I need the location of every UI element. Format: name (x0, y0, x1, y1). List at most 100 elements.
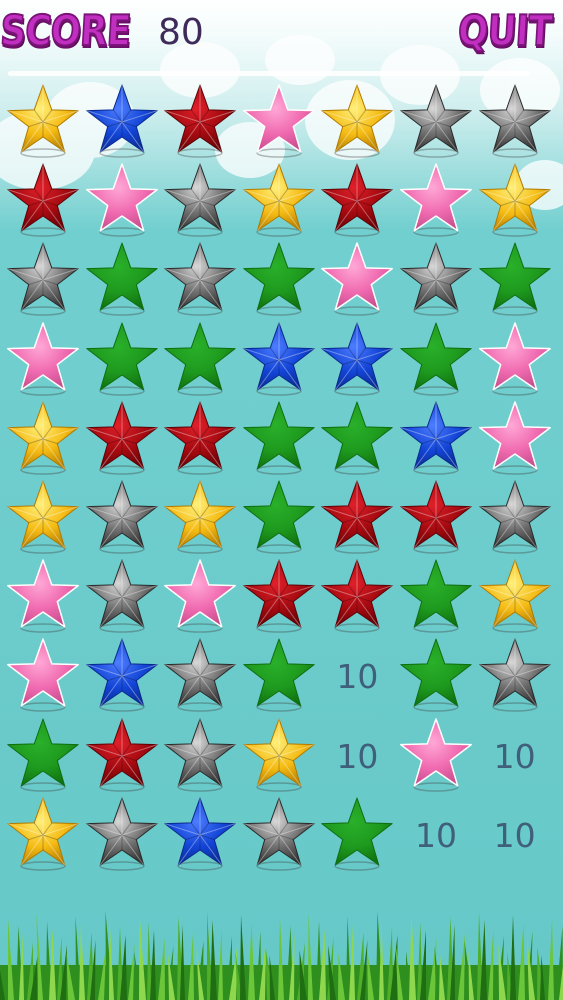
points-popup[interactable]: 10 (318, 637, 396, 716)
points-popup[interactable]: 10 (397, 796, 475, 875)
gray-star-tile[interactable] (476, 83, 554, 162)
red-star-tile[interactable] (397, 479, 475, 558)
gray-star-icon (85, 559, 158, 633)
yellow-star-icon (243, 163, 315, 237)
red-star-tile[interactable] (240, 558, 318, 637)
score-label: SCORE (0, 5, 133, 56)
pink-star-icon (7, 321, 79, 396)
blue-star-tile[interactable] (240, 321, 318, 400)
red-star-tile[interactable] (318, 558, 396, 637)
pink-star-tile[interactable] (161, 558, 239, 637)
pink-star-icon (7, 559, 79, 633)
blue-star-tile[interactable] (83, 637, 161, 716)
yellow-star-icon (7, 480, 79, 554)
points-value: 10 (336, 736, 379, 776)
gray-star-icon (478, 84, 551, 158)
points-popup[interactable]: 10 (476, 717, 554, 796)
green-star-tile[interactable] (476, 241, 554, 320)
gray-star-icon (85, 480, 158, 554)
green-star-tile[interactable] (161, 321, 239, 400)
pink-star-tile[interactable] (318, 241, 396, 320)
blue-star-tile[interactable] (83, 83, 161, 162)
pink-star-tile[interactable] (397, 717, 475, 796)
blue-star-tile[interactable] (318, 321, 396, 400)
green-star-tile[interactable] (4, 717, 82, 796)
green-star-tile[interactable] (318, 796, 396, 875)
gray-star-icon (85, 797, 158, 871)
pink-star-tile[interactable] (476, 400, 554, 479)
red-star-icon (321, 163, 394, 237)
gray-star-tile[interactable] (83, 479, 161, 558)
red-star-tile[interactable] (161, 83, 239, 162)
pink-star-tile[interactable] (240, 83, 318, 162)
gray-star-tile[interactable] (476, 637, 554, 716)
green-star-tile[interactable] (397, 558, 475, 637)
green-star-tile[interactable] (318, 400, 396, 479)
gray-star-tile[interactable] (4, 241, 82, 320)
yellow-star-icon (7, 797, 79, 871)
red-star-tile[interactable] (161, 400, 239, 479)
pink-star-tile[interactable] (4, 558, 82, 637)
red-star-tile[interactable] (4, 162, 82, 241)
gray-star-tile[interactable] (83, 558, 161, 637)
pink-star-tile[interactable] (4, 321, 82, 400)
yellow-star-tile[interactable] (318, 83, 396, 162)
yellow-star-tile[interactable] (240, 162, 318, 241)
green-star-icon (478, 242, 551, 317)
gray-star-tile[interactable] (161, 637, 239, 716)
points-popup[interactable]: 10 (476, 796, 554, 875)
green-star-tile[interactable] (240, 637, 318, 716)
gray-star-tile[interactable] (83, 796, 161, 875)
pink-star-icon (85, 163, 158, 237)
green-star-icon (400, 638, 472, 713)
green-star-icon (85, 322, 158, 396)
red-star-tile[interactable] (318, 162, 396, 241)
green-star-tile[interactable] (240, 479, 318, 558)
gray-star-tile[interactable] (476, 479, 554, 558)
green-star-tile[interactable] (83, 321, 161, 400)
red-star-tile[interactable] (318, 479, 396, 558)
yellow-star-tile[interactable] (4, 479, 82, 558)
hud: SCORE 80 QUIT (0, 0, 563, 70)
gray-star-icon (7, 242, 79, 317)
green-star-tile[interactable] (397, 637, 475, 716)
pink-star-tile[interactable] (4, 637, 82, 716)
yellow-star-tile[interactable] (4, 796, 82, 875)
pink-star-tile[interactable] (397, 162, 475, 241)
gray-star-tile[interactable] (161, 241, 239, 320)
red-star-icon (321, 480, 394, 554)
pink-star-icon (7, 638, 79, 713)
quit-button[interactable]: QUIT (456, 5, 554, 56)
red-star-icon (164, 401, 236, 475)
green-star-tile[interactable] (240, 241, 318, 320)
yellow-star-icon (243, 718, 315, 792)
yellow-star-tile[interactable] (4, 83, 82, 162)
pink-star-icon (400, 717, 472, 792)
yellow-star-tile[interactable] (161, 479, 239, 558)
yellow-star-icon (321, 84, 394, 158)
blue-star-icon (85, 638, 158, 713)
blue-star-tile[interactable] (161, 796, 239, 875)
gray-star-tile[interactable] (240, 796, 318, 875)
green-star-tile[interactable] (83, 241, 161, 320)
pink-star-tile[interactable] (476, 321, 554, 400)
red-star-tile[interactable] (83, 717, 161, 796)
gray-star-tile[interactable] (397, 83, 475, 162)
points-popup[interactable]: 10 (318, 717, 396, 796)
green-star-icon (321, 401, 394, 475)
pink-star-tile[interactable] (83, 162, 161, 241)
green-star-tile[interactable] (397, 321, 475, 400)
gray-star-tile[interactable] (397, 241, 475, 320)
red-star-tile[interactable] (83, 400, 161, 479)
green-star-icon (243, 638, 315, 713)
gray-star-tile[interactable] (161, 717, 239, 796)
yellow-star-tile[interactable] (476, 162, 554, 241)
yellow-star-tile[interactable] (4, 400, 82, 479)
pink-star-icon (321, 242, 394, 317)
yellow-star-tile[interactable] (240, 717, 318, 796)
yellow-star-tile[interactable] (476, 558, 554, 637)
blue-star-tile[interactable] (397, 400, 475, 479)
green-star-tile[interactable] (240, 400, 318, 479)
game-board: 10 10 10 10 10 (0, 80, 563, 880)
gray-star-tile[interactable] (161, 162, 239, 241)
